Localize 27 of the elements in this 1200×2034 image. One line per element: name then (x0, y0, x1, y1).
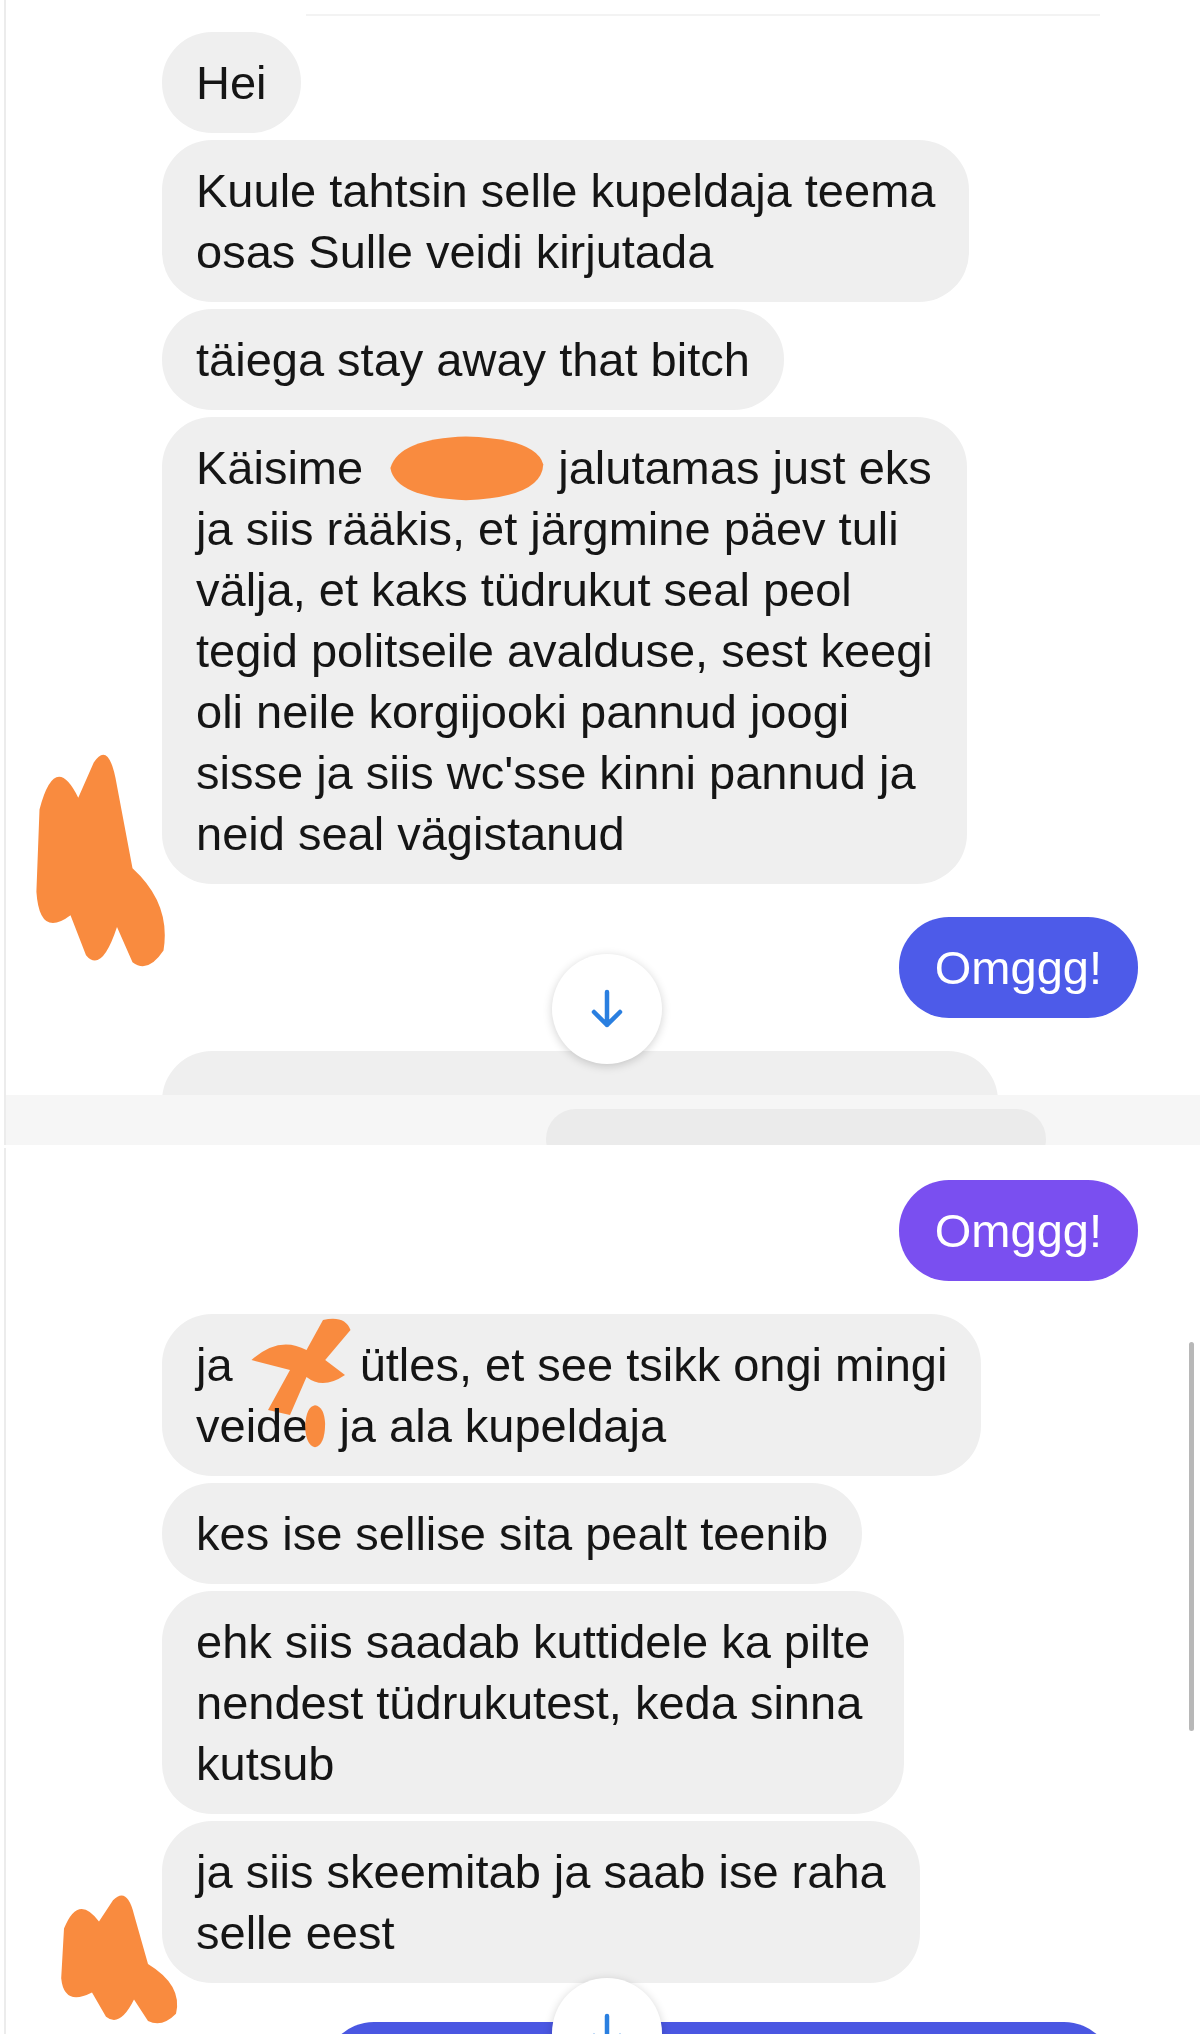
message-text: välja, et kaks tüdrukut seal peol (196, 562, 852, 618)
scrollbar[interactable] (1189, 1342, 1194, 1731)
message-text: ja siis rääkis, et järgmine päev tuli (196, 501, 899, 557)
message-text: tegid politseile avalduse, sest keegi (196, 623, 933, 679)
message-text: selle eest (196, 1905, 395, 1961)
scroll-down-button[interactable] (552, 954, 662, 1064)
message-text: ütles, et see tsikk ongi mingi (359, 1337, 948, 1393)
message-text: nendest tüdrukutest, keda sinna (196, 1675, 863, 1731)
arrow-down-icon (590, 989, 624, 1029)
message-text: kes ise sellise sita pealt teenib (196, 1506, 829, 1562)
message-text: Omggg! (934, 1203, 1102, 1259)
message-text: Käisime (196, 440, 365, 496)
message-text: kutsub (196, 1736, 335, 1792)
message-text: osas Sulle veidi kirjutada (196, 224, 714, 280)
message-text: Kuule tahtsin selle kupeldaja teema (196, 163, 936, 219)
message-text: täiega stay away that bitch (196, 332, 750, 388)
message-text: jalutamas just eks (558, 440, 932, 496)
message-text: oli neile korgijooki pannud joogi (196, 684, 850, 740)
message-text: sisse ja siis wc'sse kinni pannud ja (196, 745, 916, 801)
message-text: ja (196, 1337, 234, 1393)
message-text: ehk siis saadab kuttidele ka pilte (196, 1614, 871, 1670)
message-text: ja ala kupeldaja (337, 1398, 667, 1454)
message-text: ja siis skeemitab ja saab ise raha (196, 1844, 886, 1900)
message-text: neid seal vägistanud (196, 806, 625, 862)
message-text: Hei (196, 55, 267, 111)
message-text: Omggg! (934, 940, 1102, 996)
message-text: veide (196, 1398, 309, 1454)
